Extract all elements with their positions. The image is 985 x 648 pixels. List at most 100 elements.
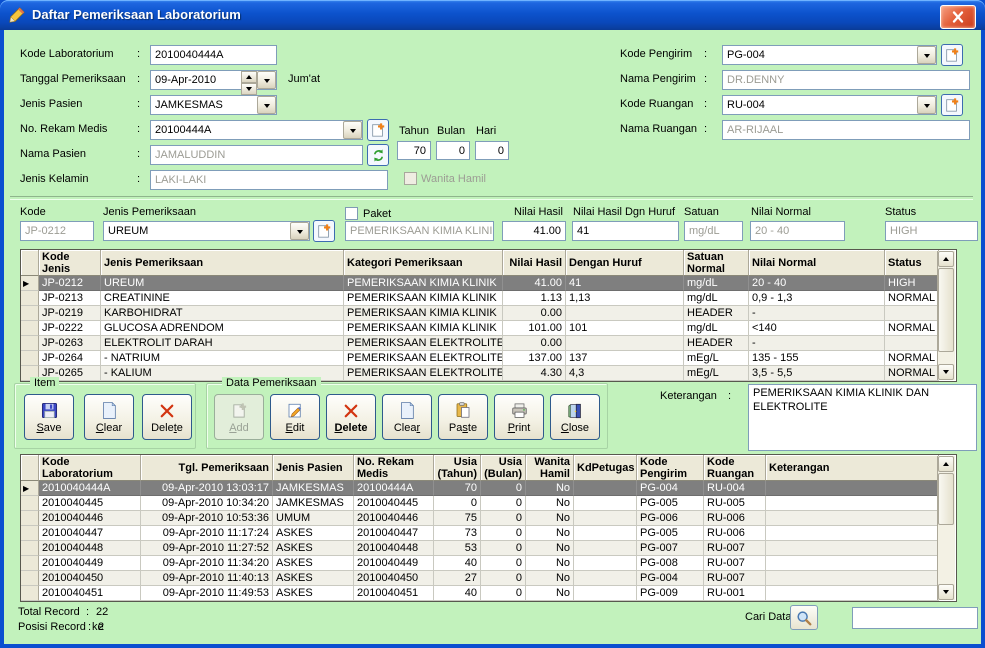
column-header: Usia (Tahun): [434, 455, 481, 481]
jenis-pasien-label: Jenis Pasien: [20, 98, 82, 110]
usia-bulan-field[interactable]: 0: [436, 141, 470, 160]
table-row[interactable]: ▶JP-0212UREUMPEMERIKSAAN KIMIA KLINIK41.…: [21, 276, 956, 291]
scroll-thumb[interactable]: [938, 473, 954, 525]
dropdown-button[interactable]: [917, 46, 936, 64]
nama-pasien-field: JAMALUDDIN: [150, 145, 363, 165]
add-jenis-pemeriksaan-button[interactable]: [313, 220, 335, 242]
add-ruangan-button[interactable]: [941, 94, 963, 116]
table-cell: 0: [481, 556, 526, 571]
edit-button[interactable]: Edit: [270, 394, 320, 440]
item-group-label: Item: [30, 377, 59, 389]
table-row[interactable]: JP-0222GLUCOSA ADRENDOMPEMERIKSAAN KIMIA…: [21, 321, 956, 336]
search-button[interactable]: [790, 605, 818, 630]
table-row[interactable]: 201004044909-Apr-2010 11:34:20ASKES20100…: [21, 556, 956, 571]
table-cell: ASKES: [273, 556, 354, 571]
paket-checkbox[interactable]: [345, 207, 358, 220]
table-row[interactable]: JP-0265- KALIUMPEMERIKSAAN ELEKTROLITE4.…: [21, 366, 956, 381]
kode-laboratorium-field[interactable]: 2010040444A: [150, 45, 277, 65]
cari-data-input[interactable]: [852, 607, 978, 629]
add-rekam-medis-button[interactable]: [367, 119, 389, 141]
table-cell: ASKES: [273, 526, 354, 541]
kode-pengirim-dropdown[interactable]: PG-004: [722, 45, 937, 65]
pencil-icon: [8, 6, 26, 24]
table-cell: [766, 496, 939, 511]
scroll-down-icon[interactable]: [938, 584, 954, 600]
label-colon: :: [704, 48, 707, 60]
dropdown-button[interactable]: [257, 96, 276, 114]
table-row[interactable]: JP-0213CREATININEPEMERIKSAAN KIMIA KLINI…: [21, 291, 956, 306]
no-rekam-medis-dropdown[interactable]: 20100444A: [150, 120, 363, 140]
paste-button[interactable]: Paste: [438, 394, 488, 440]
dropdown-button[interactable]: [917, 96, 936, 114]
table-cell: CREATININE: [101, 291, 344, 306]
date-spinner[interactable]: [241, 71, 257, 89]
delete-item-button[interactable]: Delete: [142, 394, 192, 440]
date-dropdown-button[interactable]: [257, 71, 276, 89]
print-button[interactable]: Print: [494, 394, 544, 440]
column-header: No. Rekam Medis: [354, 455, 434, 481]
table-cell: NORMAL: [885, 351, 939, 366]
clear-data-button[interactable]: Clear: [382, 394, 432, 440]
save-button[interactable]: Save: [24, 394, 74, 440]
table-cell: 4.30: [503, 366, 566, 381]
keterangan-field[interactable]: PEMERIKSAAN KIMIA KLINIK DAN ELEKTROLITE: [748, 384, 977, 451]
table-cell: 09-Apr-2010 11:40:13: [141, 571, 273, 586]
dropdown-button[interactable]: [343, 121, 362, 139]
jenis-pasien-dropdown[interactable]: JAMKESMAS: [150, 95, 277, 115]
row-indicator: [21, 526, 39, 541]
chevron-down-icon: [924, 104, 930, 111]
dropdown-button[interactable]: [290, 222, 309, 240]
column-header: Jenis Pemeriksaan: [101, 250, 344, 276]
table-cell: 0: [481, 586, 526, 601]
add-pengirim-button[interactable]: [941, 44, 963, 66]
table-cell: mg/dL: [684, 276, 749, 291]
edit-button-label: Edit: [286, 422, 305, 434]
table-row[interactable]: ▶2010040444A09-Apr-2010 13:03:17JAMKESMA…: [21, 481, 956, 496]
scroll-up-icon[interactable]: [938, 251, 954, 267]
table-cell: 40: [434, 556, 481, 571]
nilai-hasil-field[interactable]: 41.00: [502, 221, 566, 241]
clear-item-button[interactable]: Clear: [84, 394, 134, 440]
grid2-scrollbar[interactable]: [937, 456, 955, 600]
table-row[interactable]: 201004044609-Apr-2010 10:53:36UMUM201004…: [21, 511, 956, 526]
table-cell: 2010040450: [354, 571, 434, 586]
spinner-up-icon[interactable]: [241, 71, 257, 83]
nilai-hasil-dgn-huruf-field[interactable]: 41: [572, 221, 679, 241]
table-cell: No: [526, 511, 574, 526]
scroll-down-icon[interactable]: [938, 364, 954, 380]
table-cell: 1.13: [503, 291, 566, 306]
tanggal-pemeriksaan-field[interactable]: 09-Apr-2010: [150, 70, 277, 90]
table-row[interactable]: JP-0219KARBOHIDRATPEMERIKSAAN KIMIA KLIN…: [21, 306, 956, 321]
add-button: Add: [214, 394, 264, 440]
table-cell: [766, 511, 939, 526]
row-indicator: [21, 511, 39, 526]
hari-label: Hari: [476, 125, 496, 137]
scroll-thumb[interactable]: [938, 268, 954, 352]
table-row[interactable]: 201004045009-Apr-2010 11:40:13ASKES20100…: [21, 571, 956, 586]
table-row[interactable]: 201004044709-Apr-2010 11:17:24ASKES20100…: [21, 526, 956, 541]
kode-ruangan-dropdown[interactable]: RU-004: [722, 95, 937, 115]
close-button[interactable]: [940, 5, 976, 29]
grid1-scrollbar[interactable]: [937, 251, 955, 380]
table-row[interactable]: JP-0264- NATRIUMPEMERIKSAAN ELEKTROLITE1…: [21, 351, 956, 366]
table-row[interactable]: JP-0263ELEKTROLIT DARAHPEMERIKSAAN ELEKT…: [21, 336, 956, 351]
spinner-down-icon[interactable]: [241, 83, 257, 95]
usia-tahun-field[interactable]: 70: [397, 141, 431, 160]
table-row[interactable]: 201004044809-Apr-2010 11:27:52ASKES20100…: [21, 541, 956, 556]
delete-data-button[interactable]: Delete: [326, 394, 376, 440]
nama-pengirim-label: Nama Pengirim: [620, 73, 696, 85]
column-header: Satuan Normal: [684, 250, 749, 276]
column-header: Kode Pengirim: [637, 455, 704, 481]
jenis-pemeriksaan-dropdown[interactable]: UREUM: [103, 221, 310, 241]
table-row[interactable]: 201004044509-Apr-2010 10:34:20JAMKESMAS2…: [21, 496, 956, 511]
usia-hari-field[interactable]: 0: [475, 141, 509, 160]
pemeriksaan-records-grid[interactable]: Kode LaboratoriumTgl. PemeriksaanJenis P…: [20, 454, 957, 602]
satuan-label: Satuan: [684, 206, 719, 218]
column-header: Tgl. Pemeriksaan: [141, 455, 273, 481]
table-row[interactable]: 201004045109-Apr-2010 11:49:53ASKES20100…: [21, 586, 956, 601]
scroll-up-icon[interactable]: [938, 456, 954, 472]
refresh-button[interactable]: [367, 144, 389, 166]
table-cell: 2010040447: [354, 526, 434, 541]
pemeriksaan-items-grid[interactable]: Kode JenisJenis PemeriksaanKategori Peme…: [20, 249, 957, 382]
close-button-cmd[interactable]: Close: [550, 394, 600, 440]
